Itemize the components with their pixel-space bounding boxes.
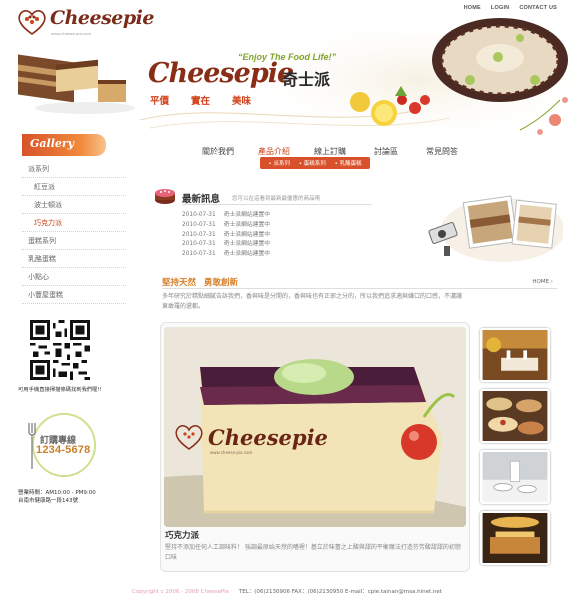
subnav-item-pie[interactable]: • 派系列 [268, 159, 290, 167]
divider [162, 288, 557, 289]
chocolate-pie-image [432, 18, 568, 102]
banner-brand-cn: 奇士派 [282, 70, 331, 89]
tagline-item: 平價 [150, 96, 170, 107]
thumbnail-lounge[interactable] [480, 511, 550, 565]
news-list: 2010-07-31 奇士派網站建置中 2010-07-31 奇士派網站建置中 20… [182, 211, 270, 260]
thumbnail-table[interactable] [480, 450, 550, 504]
sidebar-item[interactable]: 小豐屋蛋糕 [22, 286, 126, 304]
flower-decoration [519, 97, 568, 135]
sidebar-menu: 派系列 紅豆派 波士頓派 巧克力派 蛋糕系列 乳酪蛋糕 小點心 小豐屋蛋糕 [22, 160, 126, 304]
sidebar-item[interactable]: 小點心 [22, 268, 126, 286]
sidebar-item-active[interactable]: 巧克力派 [22, 214, 126, 232]
featured-brand-text: Cheesepie [208, 425, 328, 450]
heart-logo-icon [18, 10, 46, 35]
news-item[interactable]: 2010-07-31 奇士派網站建置中 [182, 240, 270, 250]
home-link[interactable]: HOME › [532, 279, 553, 285]
intro-title: 堅持天然 勇敢創新 [162, 278, 239, 288]
tagline: 平價 實在 美味 [150, 93, 251, 107]
tagline-item: 實在 [191, 96, 211, 107]
banner-brand: Cheesepie [148, 58, 294, 89]
hours-line: 營業時間：AM10:00 - PM9:00 [18, 490, 96, 496]
gallery-heading: Gallery [22, 134, 106, 156]
footer: Copyright c 2006 - 2008 CheesePie TEL：(0… [132, 587, 442, 595]
nav-item-order[interactable]: 線上訂購 [302, 146, 358, 157]
sandwich-photos-image [428, 195, 563, 262]
subnav-item-cake[interactable]: • 蛋糕系列 [299, 159, 326, 167]
nav-item-faq[interactable]: 常見問答 [414, 146, 470, 157]
news-item[interactable]: 2010-07-31 奇士派網站建置中 [182, 211, 270, 221]
copyright: Copyright c 2006 - 2008 CheesePie [132, 589, 230, 595]
sidebar-item[interactable]: 蛋糕系列 [22, 232, 126, 250]
logo-url: www.cheese-pie.com [51, 31, 92, 36]
business-hours: 營業時間：AM10:00 - PM9:00 台南市健康路一段143號 [18, 489, 96, 505]
qr-code-image [30, 320, 90, 380]
featured-product-desc: 堅持不添加任何人工調味料！ 強調最原始天然的嗜裡！基立於味蕾之上酸與甜的平衡魔法… [165, 544, 461, 561]
tagline-item: 美味 [232, 96, 252, 107]
address-line: 台南市健康路一段143號 [18, 498, 78, 504]
login-link[interactable]: LOGIN [491, 5, 509, 11]
logo-text: Cheesepie [50, 7, 155, 29]
cake-icon [155, 189, 175, 204]
contact-link[interactable]: CONTACT US [519, 5, 557, 11]
news-item[interactable]: 2010-07-31 奇士派網站建置中 [182, 221, 270, 231]
cake-slices-image [18, 54, 135, 114]
qr-caption: 可用手機直接掃描條碼找到我們喔!! [18, 387, 102, 393]
subnav-item-cheesecake[interactable]: • 乳酪蛋糕 [335, 159, 362, 167]
hotline-number[interactable]: 1234-5678 [36, 444, 90, 456]
featured-product-name: 巧克力派 [165, 531, 200, 541]
news-item[interactable]: 2010-07-31 奇士派網站建置中 [182, 231, 270, 241]
thumbnail-restaurant[interactable] [480, 328, 550, 382]
sub-nav: • 派系列 • 蛋糕系列 • 乳酪蛋糕 [260, 157, 370, 169]
news-item[interactable]: 2010-07-31 奇士派網站建置中 [182, 250, 270, 260]
sidebar-item[interactable]: 乳酪蛋糕 [22, 250, 126, 268]
fruit-image [350, 86, 430, 126]
main-nav: 關於我們 產品介紹 線上訂購 討論區 常見問答 [190, 146, 470, 157]
nav-item-about[interactable]: 關於我們 [190, 146, 246, 157]
divider [182, 204, 372, 205]
nav-item-forum[interactable]: 討論區 [358, 146, 414, 157]
nav-item-products[interactable]: 產品介紹 [246, 146, 302, 157]
thumbnail-list [480, 328, 555, 572]
sidebar-item[interactable]: 派系列 [22, 160, 126, 178]
sidebar-item[interactable]: 紅豆派 [22, 178, 126, 196]
featured-product: Cheesepie www.cheese-pie.com 巧克力派 堅持不添加任… [160, 322, 470, 572]
news-subtitle: 您可以在這看到最新最優惠的商品唷 [232, 196, 321, 202]
featured-product-image[interactable]: Cheesepie www.cheese-pie.com [164, 327, 466, 527]
contact-info: TEL：(06)2130906 FAX：(06)2130950 E-mail：c… [238, 589, 442, 595]
news-title: 最新訊息 [182, 194, 221, 205]
site-logo[interactable]: Cheesepie www.cheese-pie.com [17, 7, 155, 37]
intro-text: 多年研究於精點細膩告訴我們，香與味是分開的，香與味也有正邪之分的，所以我們追求適… [162, 293, 463, 310]
home-link[interactable]: HOME [464, 5, 481, 11]
thumbnail-buffet[interactable] [480, 389, 550, 443]
featured-brand-url: www.cheese-pie.com [210, 450, 252, 455]
top-links: HOME LOGIN CONTACT US [464, 5, 557, 11]
sidebar-item[interactable]: 波士頓派 [22, 196, 126, 214]
